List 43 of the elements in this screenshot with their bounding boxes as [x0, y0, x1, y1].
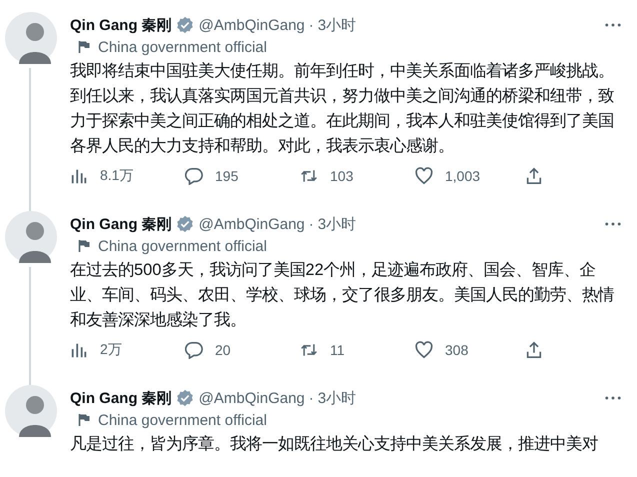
view-count: 8.1万: [100, 167, 134, 185]
separator-dot: ·: [308, 216, 314, 232]
user-handle[interactable]: @AmbQinGang: [198, 216, 305, 232]
view-count: 2万: [100, 341, 122, 359]
account-label: China government official: [98, 412, 267, 428]
reply-icon[interactable]: [185, 341, 203, 359]
bar-chart-icon[interactable]: [70, 167, 88, 185]
flag-icon: [78, 413, 90, 427]
post-time[interactable]: 3小时: [318, 388, 356, 408]
retweet-count: 103: [330, 168, 354, 184]
author-name[interactable]: Qin Gang 秦刚: [70, 16, 172, 34]
reply-count: 20: [215, 342, 231, 358]
reply-icon[interactable]: [185, 167, 203, 185]
avatar-silhouette-icon[interactable]: [5, 211, 57, 263]
retweet-count: 11: [330, 342, 345, 358]
more-options-icon[interactable]: [605, 23, 621, 27]
avatar-silhouette-icon[interactable]: [5, 12, 57, 64]
user-handle[interactable]: @AmbQinGang: [198, 16, 305, 34]
bar-chart-icon[interactable]: [70, 341, 88, 359]
post-time[interactable]: 3小时: [318, 16, 356, 34]
flag-icon: [78, 239, 90, 253]
author-name[interactable]: Qin Gang 秦刚: [70, 388, 172, 408]
more-options-icon[interactable]: [605, 222, 621, 226]
account-label: China government official: [98, 38, 267, 56]
like-count: 1,003: [445, 168, 480, 184]
like-count: 308: [445, 342, 468, 358]
avatar-silhouette-icon[interactable]: [5, 385, 57, 437]
more-options-icon[interactable]: [605, 396, 621, 400]
author-name[interactable]: Qin Gang 秦刚: [70, 214, 172, 234]
tweet-text: 我即将结束中国驻美大使任期。前年到任时，中美关系面临着诸多严峻挑战。到任以来，我认真落实两国元首共识，努力做中美之间沟通的桥梁和纽带，致力于探索中美之间正确的相处之道。在此期间，我本人和驻美使馆得到了美国各界人民的大力支持和帮助。对此，我表示衷心感谢。: [70, 61, 615, 157]
heart-icon[interactable]: [415, 341, 433, 359]
share-icon[interactable]: [525, 167, 543, 185]
separator-dot: ·: [308, 16, 314, 34]
tweet-text: 凡是过往，皆为序章。我将一如既往地关心支持中美关系发展，推进中美对: [70, 434, 599, 455]
reply-count: 195: [215, 168, 238, 184]
heart-icon[interactable]: [415, 167, 433, 185]
share-icon[interactable]: [525, 341, 543, 359]
separator-dot: ·: [308, 390, 314, 406]
post-time[interactable]: 3小时: [318, 214, 356, 234]
flag-icon: [78, 40, 90, 54]
user-handle[interactable]: @AmbQinGang: [198, 390, 305, 406]
tweet-text: 在过去的500多天，我访问了美国22个州，足迹遍布政府、国会、智库、企业、车间、码头、农田、学校、球场，交了很多朋友。美国人民的勤劳、热情和友善深深地感染了我。: [70, 260, 615, 331]
account-label: China government official: [98, 238, 267, 254]
